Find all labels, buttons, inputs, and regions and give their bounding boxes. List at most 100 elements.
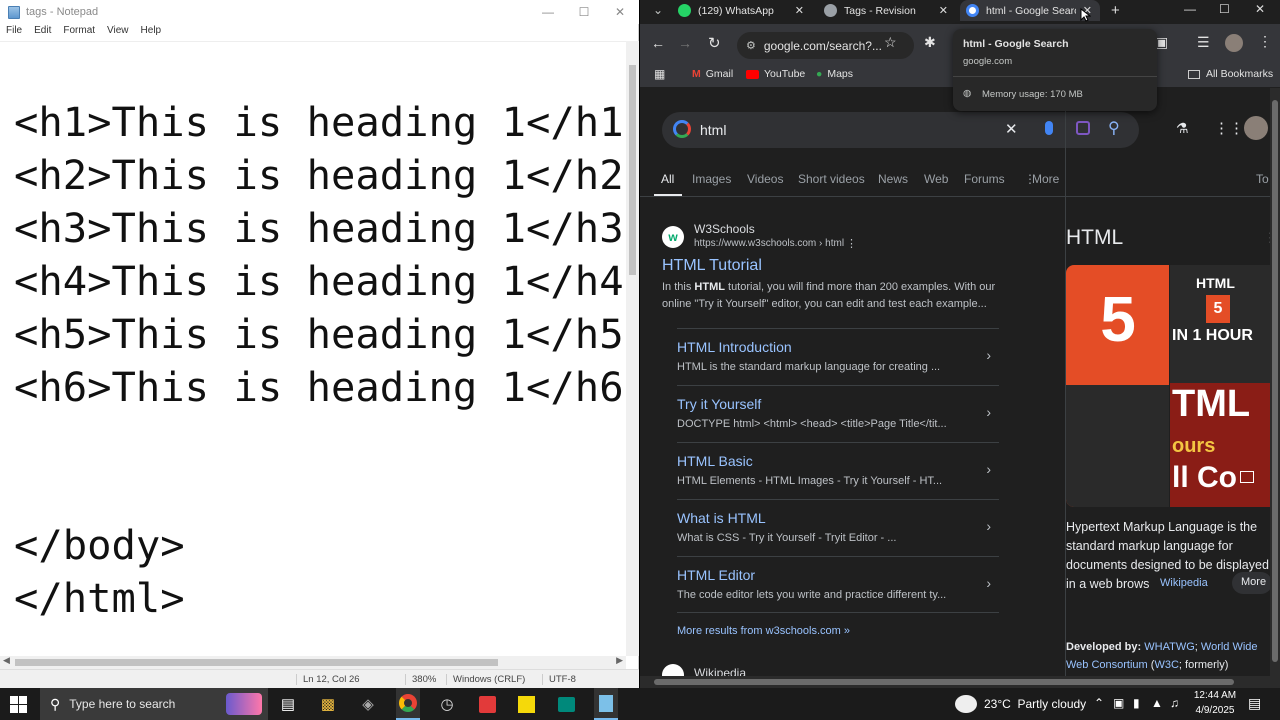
snipping-tool-icon[interactable]: ◈	[357, 694, 379, 714]
menu-edit[interactable]: Edit	[28, 25, 57, 41]
more-results-link[interactable]: More results from w3schools.com »	[677, 625, 850, 637]
bookmark-maps[interactable]: ● Maps	[816, 68, 853, 80]
horizontal-scrollbar[interactable]: ◀ ▶	[0, 655, 626, 669]
developer-link[interactable]: WHATWG	[1144, 641, 1195, 653]
scroll-right-icon[interactable]: ▶	[616, 655, 623, 666]
html5-logo-image[interactable]: 5	[1066, 265, 1169, 507]
nav-tab-web[interactable]: Web	[924, 172, 948, 186]
page-horizontal-scrollbar[interactable]	[640, 676, 1280, 688]
sitelink-html-introduction[interactable]: HTML Introduction HTML is the standard m…	[677, 328, 999, 385]
maximize-button[interactable]: ☐	[1219, 2, 1230, 16]
meet-app-icon[interactable]	[555, 694, 577, 714]
menu-file[interactable]: File	[0, 25, 28, 41]
battery-icon[interactable]: ▮	[1133, 696, 1140, 710]
scroll-thumb[interactable]	[1272, 100, 1278, 662]
sitelink-what-is-html[interactable]: What is HTML What is CSS - Try it Yourse…	[677, 499, 999, 556]
sitelink-html-basic[interactable]: HTML Basic HTML Elements - HTML Images -…	[677, 442, 999, 499]
developer-link[interactable]: Web Consortium	[1066, 659, 1148, 671]
scroll-left-icon[interactable]: ◀	[3, 655, 10, 666]
developer-link[interactable]: World Wide	[1201, 641, 1258, 653]
close-button[interactable]: ✕	[1255, 2, 1265, 16]
notifications-icon[interactable]: ▤	[1248, 695, 1261, 712]
more-button[interactable]: More	[1232, 572, 1270, 594]
scroll-thumb[interactable]	[15, 659, 498, 666]
show-hidden-icons[interactable]: ⌃	[1094, 696, 1104, 710]
sitelink-title[interactable]: Try it Yourself	[677, 396, 761, 412]
nav-tab-more[interactable]: More	[1032, 172, 1059, 186]
tab-revision[interactable]: Tags - Revision ✕	[818, 0, 956, 21]
clock-date[interactable]: 4/9/2025	[1190, 705, 1240, 716]
menu-kebab-icon[interactable]: ⋮	[1258, 33, 1272, 50]
all-bookmarks[interactable]: All Bookmarks	[1188, 68, 1273, 80]
sitelink-title[interactable]: What is HTML	[677, 510, 766, 526]
menu-help[interactable]: Help	[135, 25, 168, 41]
sitelink-html-editor[interactable]: HTML Editor The code editor lets you wri…	[677, 556, 999, 613]
result-title-link[interactable]: HTML Tutorial	[662, 257, 762, 275]
vertical-scrollbar[interactable]	[626, 41, 639, 656]
clock-time[interactable]: 12:44 AM	[1190, 690, 1240, 701]
gallery-icon[interactable]	[1240, 471, 1254, 483]
chrome-taskbar-icon[interactable]	[396, 688, 420, 720]
text-editor-area[interactable]: <h1>This is heading 1</h1 <h2>This is he…	[0, 41, 626, 656]
bookmark-star-icon[interactable]: ☆	[884, 34, 897, 51]
close-tab-icon[interactable]: ✕	[795, 4, 804, 17]
search-query[interactable]: html	[700, 122, 726, 138]
apps-grid-icon[interactable]: ▦	[654, 67, 665, 81]
code-line: <h6>This is heading 1</h6	[14, 363, 624, 411]
file-explorer-icon[interactable]: ▩	[317, 694, 339, 714]
nav-tab-news[interactable]: News	[878, 172, 908, 186]
extension-icon[interactable]: ✱	[924, 34, 936, 51]
result-menu-icon[interactable]: ⋮	[846, 237, 857, 250]
bookmark-gmail[interactable]: M Gmail	[692, 68, 733, 80]
menu-format[interactable]: Format	[57, 25, 101, 41]
sticky-notes-icon[interactable]	[515, 694, 537, 714]
scroll-thumb[interactable]	[629, 65, 636, 275]
minimize-button[interactable]: —	[1184, 2, 1196, 16]
back-icon[interactable]: ←	[651, 35, 665, 51]
wikipedia-link[interactable]: Wikipedia	[1160, 577, 1208, 589]
result-url[interactable]: https://www.w3schools.com › html	[694, 238, 844, 249]
clear-search-icon[interactable]: ✕	[1005, 120, 1018, 138]
maximize-button[interactable]: ☐	[566, 0, 602, 24]
reload-icon[interactable]: ↻	[708, 34, 721, 52]
sitelink-try-it-yourself[interactable]: Try it Yourself DOCTYPE html> <html> <he…	[677, 385, 999, 442]
clock-app-icon[interactable]: ◷	[436, 694, 458, 714]
sitelink-desc: What is CSS - Try it Yourself - Tryit Ed…	[677, 532, 897, 544]
menu-view[interactable]: View	[101, 25, 135, 41]
taskbar-search-box[interactable]: ⚲ Type here to search	[40, 688, 268, 720]
bookmark-label: YouTube	[764, 68, 806, 80]
video-thumbnail[interactable]: HTML 5 IN 1 HOUR TML ours ll Co	[1170, 265, 1270, 507]
bookmark-youtube[interactable]: YouTube	[746, 68, 805, 80]
nav-tab-forums[interactable]: Forums	[964, 172, 1005, 186]
new-tab-button[interactable]: +	[1111, 2, 1120, 19]
sitelink-title[interactable]: HTML Basic	[677, 453, 753, 469]
close-tab-icon[interactable]: ✕	[939, 4, 948, 17]
profile-avatar[interactable]	[1225, 34, 1243, 52]
notepad-taskbar-icon[interactable]	[594, 688, 618, 720]
sitelink-title[interactable]: HTML Introduction	[677, 339, 792, 355]
tab-google-search[interactable]: html - Google Search ✕	[960, 0, 1100, 21]
volume-icon[interactable]: ♫	[1170, 696, 1179, 710]
camera-icon[interactable]: ▣	[1113, 696, 1124, 710]
page-vertical-scrollbar[interactable]	[1270, 88, 1280, 676]
tab-whatsapp[interactable]: (129) WhatsApp ✕	[672, 0, 812, 21]
close-button[interactable]: ✕	[602, 0, 638, 24]
media-icon[interactable]: ☰	[1197, 34, 1210, 51]
nav-tab-videos[interactable]: Videos	[747, 172, 783, 186]
voice-search-icon[interactable]	[1045, 121, 1053, 135]
sitelink-title[interactable]: HTML Editor	[677, 567, 755, 583]
tab-search-icon[interactable]: ⌄	[653, 3, 663, 17]
minimize-button[interactable]: —	[530, 0, 566, 24]
wifi-icon[interactable]: ▲	[1151, 696, 1163, 710]
start-button[interactable]	[7, 694, 29, 714]
weather-text[interactable]: 23°C Partly cloudy	[984, 697, 1086, 711]
nav-tab-all[interactable]: All	[661, 172, 674, 186]
site-info-icon[interactable]: ⚙	[746, 39, 756, 52]
scroll-thumb[interactable]	[654, 679, 1234, 685]
nav-tab-images[interactable]: Images	[692, 172, 731, 186]
nav-tab-short-videos[interactable]: Short videos	[798, 172, 865, 186]
developer-link[interactable]: W3C	[1154, 659, 1178, 671]
red-app-icon[interactable]	[476, 694, 498, 714]
task-view-icon[interactable]: ▤	[277, 694, 299, 714]
forward-icon[interactable]: →	[678, 35, 692, 51]
